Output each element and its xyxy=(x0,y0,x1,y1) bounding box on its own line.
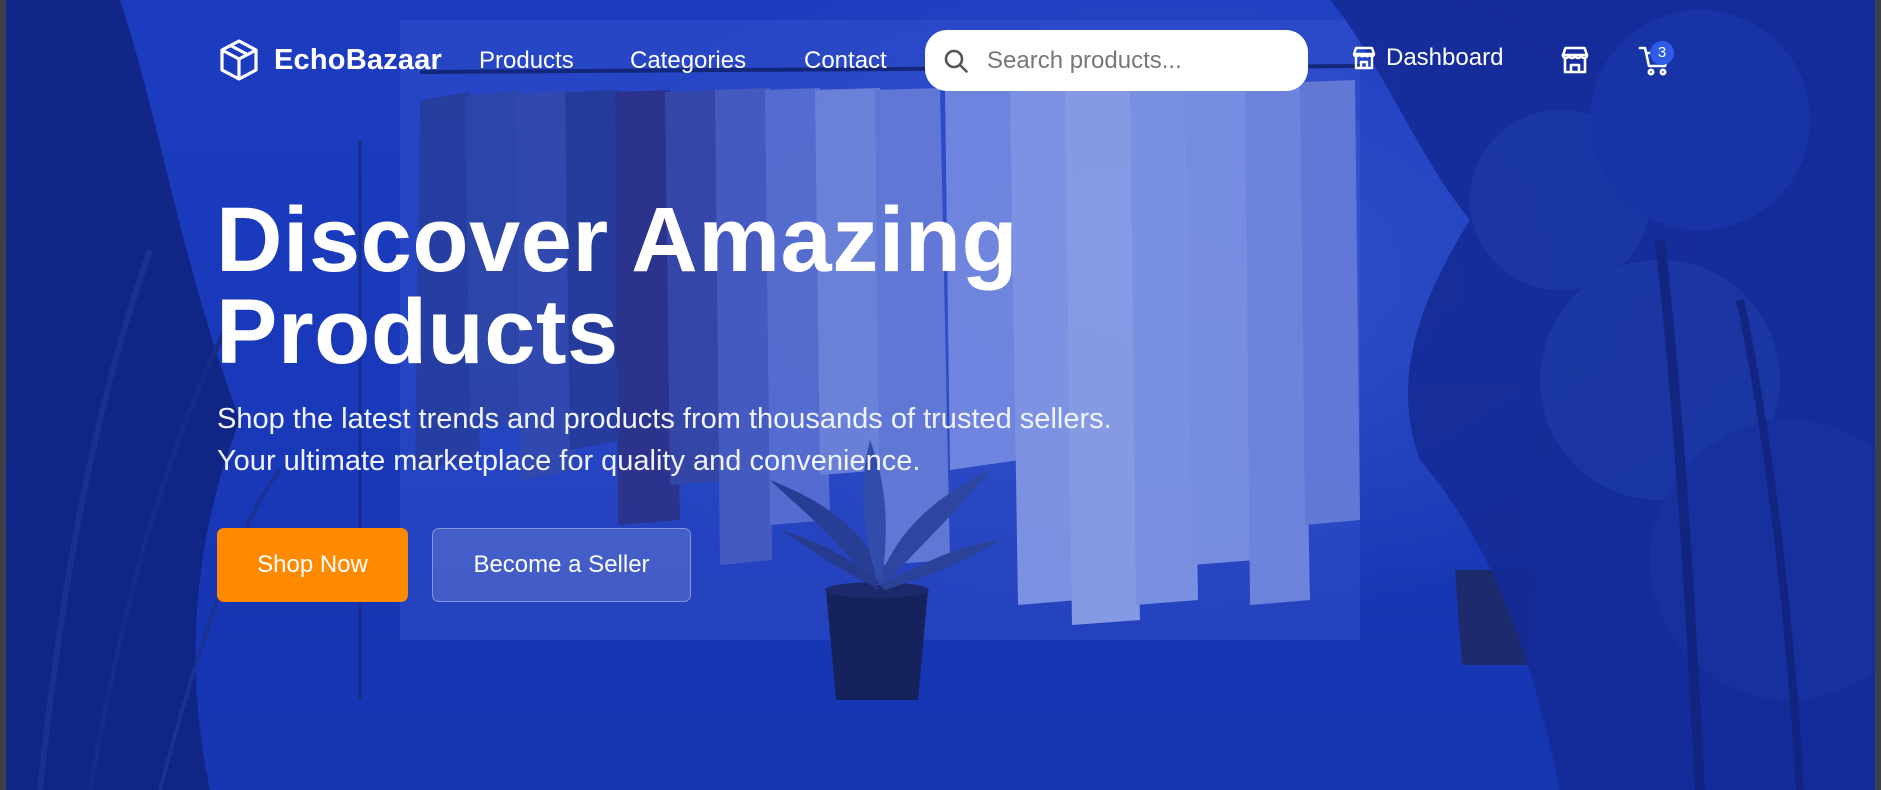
hero-subtitle-line-1: Shop the latest trends and products from… xyxy=(217,403,1112,435)
hero-headline-line-1: Discover Amazing xyxy=(216,189,1019,291)
brand-name: EchoBazaar xyxy=(274,43,443,76)
cart-count-badge: 3 xyxy=(1650,41,1674,65)
search-input[interactable] xyxy=(985,45,1289,76)
hero-section: EchoBazaar Products Categories Contact S… xyxy=(0,0,1881,790)
nav-link-categories[interactable]: Categories xyxy=(630,46,746,76)
hero-subtitle-line-2: Your ultimate marketplace for quality an… xyxy=(217,445,921,477)
nav-link-products[interactable]: Products xyxy=(479,46,574,76)
store-button[interactable] xyxy=(1559,44,1591,76)
nav-link-contact[interactable]: Contact xyxy=(804,46,887,76)
dashboard-label: Dashboard xyxy=(1386,44,1504,71)
search-bar xyxy=(925,30,1308,91)
hero-headline: Discover Amazing Products xyxy=(216,194,1018,378)
store-icon xyxy=(1350,44,1378,72)
hero-headline-line-2: Products xyxy=(216,281,619,383)
become-seller-button[interactable]: Become a Seller xyxy=(432,528,691,602)
hero-subtitle: Shop the latest trends and products from… xyxy=(217,398,1112,482)
brand-logo-link[interactable]: EchoBazaar xyxy=(218,38,442,82)
dashboard-link[interactable]: Dashboard xyxy=(1350,44,1503,72)
cube-icon xyxy=(218,38,260,82)
top-navbar: EchoBazaar Products Categories Contact S… xyxy=(0,0,1881,120)
shop-now-button[interactable]: Shop Now xyxy=(217,528,408,602)
search-icon xyxy=(943,48,969,74)
store-icon xyxy=(1559,44,1591,76)
